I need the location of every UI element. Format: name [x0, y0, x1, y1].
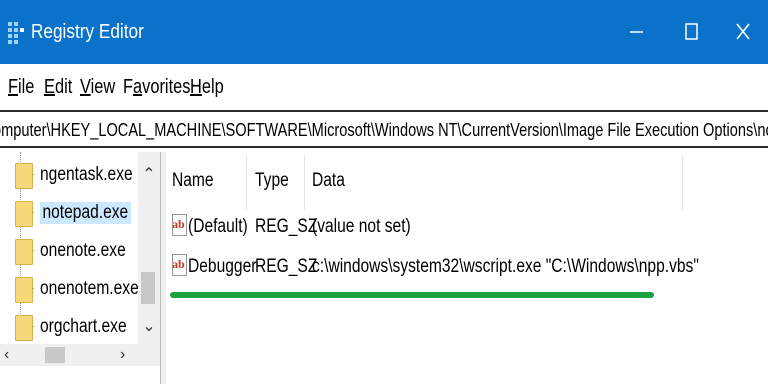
window-title: Registry Editor	[31, 21, 144, 43]
value-data: (value not set)	[312, 216, 411, 237]
close-icon	[736, 23, 750, 40]
registry-editor-icon	[8, 22, 24, 44]
maximize-button[interactable]	[676, 16, 706, 46]
value-name: Debugger	[188, 256, 257, 277]
tree-item-orgchart[interactable]: orgchart.exe	[0, 308, 138, 344]
menu-help[interactable]: Help	[190, 76, 224, 99]
minimize-icon	[630, 31, 643, 33]
minimize-button[interactable]	[621, 16, 651, 46]
folder-icon	[15, 277, 33, 303]
tree-vertical-scrollbar[interactable]: ⌃ ⌄	[138, 152, 160, 344]
horizontal-scroll-thumb[interactable]	[45, 347, 65, 363]
scroll-up-icon[interactable]: ⌃	[138, 164, 160, 184]
menu-view[interactable]: View	[80, 76, 115, 99]
value-name: (Default)	[188, 216, 248, 237]
menu-edit[interactable]: Edit	[44, 76, 72, 99]
column-header-name[interactable]: Name	[172, 170, 214, 192]
column-header-data[interactable]: Data	[312, 170, 345, 192]
close-button[interactable]	[728, 16, 758, 46]
value-row-debugger[interactable]: ab Debugger REG_SZ c:\windows\system32\w…	[166, 248, 766, 288]
tree-item-onenote[interactable]: onenote.exe	[0, 232, 138, 268]
folder-icon	[15, 239, 33, 265]
column-header-type[interactable]: Type	[255, 170, 289, 192]
scroll-down-icon[interactable]: ⌄	[138, 316, 160, 336]
tree-item-label: notepad.exe	[40, 202, 131, 224]
scroll-right-icon[interactable]: ›	[120, 346, 125, 364]
column-divider[interactable]	[246, 156, 247, 210]
menu-favorites[interactable]: Favorites	[123, 76, 190, 99]
tree-item-onenotem[interactable]: onenotem.exe	[0, 270, 139, 306]
folder-icon	[15, 201, 33, 227]
column-divider[interactable]	[682, 156, 683, 210]
string-value-icon: ab	[172, 254, 187, 276]
value-type: REG_SZ	[255, 216, 318, 237]
title-bar: Registry Editor	[0, 0, 768, 64]
value-data: c:\windows\system32\wscript.exe "C:\Wind…	[312, 256, 699, 277]
address-bar[interactable]: omputer\HKEY_LOCAL_MACHINE\SOFTWARE\Micr…	[0, 110, 768, 148]
value-type: REG_SZ	[255, 256, 318, 277]
tree-item-label: orgchart.exe	[40, 316, 127, 337]
key-tree-pane[interactable]: ngentask.exe notepad.exe onenote.exe one…	[0, 152, 160, 384]
column-divider[interactable]	[304, 156, 305, 210]
tree-item-label: ngentask.exe	[40, 164, 133, 185]
string-value-icon: ab	[172, 214, 187, 236]
menu-file[interactable]: File	[8, 76, 34, 99]
tree-horizontal-scrollbar[interactable]: ‹ ›	[0, 344, 160, 366]
tree-item-notepad[interactable]: notepad.exe	[0, 194, 138, 230]
folder-icon	[15, 315, 33, 341]
value-row-default[interactable]: ab (Default) REG_SZ (value not set)	[166, 208, 766, 248]
tree-item-label: onenotem.exe	[40, 278, 139, 299]
address-path[interactable]: omputer\HKEY_LOCAL_MACHINE\SOFTWARE\Micr…	[0, 120, 768, 141]
values-list-pane[interactable]: Name Type Data ab (Default) REG_SZ (valu…	[166, 152, 768, 384]
tree-item-label: onenote.exe	[40, 240, 126, 261]
scroll-left-icon[interactable]: ‹	[4, 346, 9, 364]
maximize-icon	[685, 23, 698, 40]
highlight-underline	[170, 292, 654, 298]
tree-item-ngentask[interactable]: ngentask.exe	[0, 156, 138, 192]
vertical-scroll-thumb[interactable]	[141, 272, 155, 304]
folder-icon	[15, 163, 33, 189]
